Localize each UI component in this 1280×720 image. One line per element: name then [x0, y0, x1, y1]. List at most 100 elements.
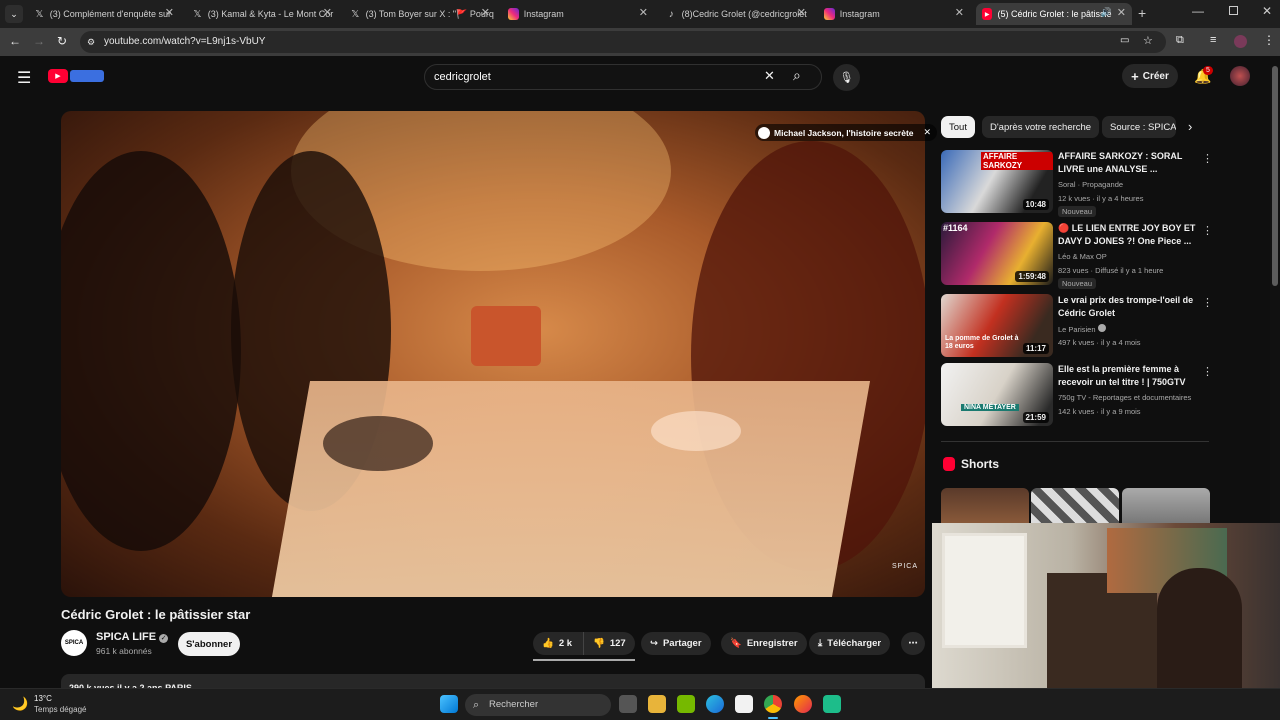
rec-more-icon[interactable]: ⋮	[1202, 152, 1213, 165]
reading-list-icon[interactable]: ≡	[1210, 34, 1216, 46]
close-card-icon[interactable]: ✕	[924, 127, 932, 138]
chip-source[interactable]: Source : SPICA	[1102, 116, 1176, 138]
new-tab-button[interactable]: +	[1138, 5, 1146, 21]
share-arrow-icon: ↪	[650, 638, 658, 649]
cast-icon[interactable]: ▭	[1120, 35, 1129, 46]
windows-start-icon[interactable]	[440, 695, 458, 713]
share-button[interactable]: ↪ Partager	[641, 632, 711, 655]
dislike-button[interactable]: 👎 127	[583, 632, 635, 655]
close-tab-icon[interactable]: ✕	[1117, 6, 1126, 19]
close-tab-icon[interactable]: ✕	[639, 6, 648, 19]
recommendation-item[interactable]: #1164 1:59:48 🔴 LE LIEN ENTRE JOY BOY ET…	[941, 222, 1213, 289]
tab-list-button[interactable]: ⌄	[5, 5, 23, 23]
firefox-icon[interactable]	[794, 695, 812, 713]
store-icon[interactable]	[735, 695, 753, 713]
video-thumbnail[interactable]: La pomme de Grolet à 18 euros 11:17	[941, 294, 1053, 357]
chevron-right-icon[interactable]: ›	[1188, 119, 1192, 134]
voice-search-button[interactable]: 🎙	[833, 64, 860, 91]
site-info-icon[interactable]: ⚙	[87, 31, 95, 53]
save-button[interactable]: 🔖 Enregistrer	[721, 632, 807, 655]
rec-more-icon[interactable]: ⋮	[1202, 224, 1213, 237]
more-actions-button[interactable]: ⋯	[901, 632, 925, 655]
new-badge: Nouveau	[1058, 278, 1097, 289]
video-frame-table	[271, 381, 871, 597]
chip-from-search[interactable]: D'après votre recherche	[982, 116, 1100, 138]
close-tab-icon[interactable]: ✕	[165, 6, 174, 19]
chip-all[interactable]: Tout	[941, 116, 975, 138]
youtube-logo[interactable]: ▶	[48, 69, 106, 83]
like-button[interactable]: 👍 2 k	[533, 632, 583, 655]
browser-tab[interactable]: 𝕏 (3) Kamal & Kyta - Le Mont Cor ✕	[186, 3, 338, 25]
clear-search-icon[interactable]: ✕	[764, 68, 775, 84]
youtube-header: ☰ ▶ cedricgrolet ✕ ⌕ 🎙 + Créer 🔔 5	[0, 56, 1270, 100]
weather-moon-icon: 🌙	[12, 696, 29, 711]
edge-icon[interactable]	[706, 695, 724, 713]
search-icon[interactable]: ⌕	[793, 67, 801, 84]
short-thumbnail[interactable]	[1122, 488, 1210, 524]
extensions-icon[interactable]: ⧉	[1176, 34, 1184, 47]
rec-title: Elle est la première femme à recevoir un…	[1058, 364, 1186, 387]
reload-icon[interactable]: ↻	[57, 34, 67, 48]
rec-more-icon[interactable]: ⋮	[1202, 365, 1213, 378]
like-ratio-bar	[533, 659, 635, 661]
close-tab-icon[interactable]: ✕	[797, 6, 806, 19]
browser-tab[interactable]: ♪ (8)Cedric Grolet (@cedricgrolet ✕	[660, 3, 812, 25]
video-frame-figure	[61, 151, 241, 551]
browser-tab[interactable]: Instagram ✕	[818, 3, 970, 25]
new-badge: Nouveau	[1058, 206, 1097, 217]
x-icon: 𝕏	[351, 8, 360, 20]
back-icon[interactable]: ←	[9, 34, 21, 48]
plus-icon: +	[1131, 68, 1139, 84]
file-explorer-icon[interactable]	[648, 695, 666, 713]
nvidia-icon[interactable]	[677, 695, 695, 713]
close-tab-icon[interactable]: ✕	[481, 6, 490, 19]
video-thumbnail[interactable]: AFFAIRE SARKOZY 10:48	[941, 150, 1053, 213]
speaker-icon[interactable]: 🔊	[1101, 7, 1112, 18]
forward-icon[interactable]: →	[33, 34, 45, 48]
browser-tab-bar: ⌄ 𝕏 (3) Complément d'enquête sur ✕ 𝕏 (3)…	[0, 0, 1280, 28]
bookmark-star-icon[interactable]: ☆	[1143, 34, 1153, 47]
recommendation-item[interactable]: AFFAIRE SARKOZY 10:48 AFFAIRE SARKOZY : …	[941, 150, 1213, 217]
browser-tab[interactable]: 𝕏 (3) Tom Boyer sur X : "🚩 Pourq ✕	[344, 3, 496, 25]
menu-kebab-icon[interactable]: ⋮	[1263, 33, 1275, 47]
weather-desc[interactable]: Temps dégagé	[34, 705, 86, 714]
browser-tab-active[interactable]: ▶ (5) Cédric Grolet : le pâtissie 🔊 ✕	[976, 3, 1132, 25]
profile-icon[interactable]	[1234, 35, 1247, 48]
download-icon: ⤓	[818, 638, 823, 649]
short-thumbnail[interactable]	[941, 488, 1029, 524]
video-player[interactable]	[61, 111, 925, 597]
subscribe-button[interactable]: S'abonner	[178, 632, 240, 656]
video-watermark: SPICA	[892, 563, 919, 570]
android-app-icon[interactable]	[823, 695, 841, 713]
browser-tab[interactable]: Instagram ✕	[502, 3, 654, 25]
restore-button[interactable]	[1229, 6, 1238, 15]
taskbar-search[interactable]: ⌕ Rechercher	[465, 694, 611, 716]
address-bar[interactable]: ⚙ youtube.com/watch?v=L9nj1s-VbUY	[80, 31, 1166, 53]
short-thumbnail[interactable]	[1031, 488, 1119, 524]
create-button[interactable]: + Créer	[1122, 64, 1178, 88]
close-window-button[interactable]: ✕	[1262, 4, 1272, 18]
minimize-button[interactable]: —	[1192, 4, 1204, 18]
video-info-card[interactable]: Michael Jackson, l'histoire secrète ✕	[755, 124, 938, 141]
video-thumbnail[interactable]: NINA MÉTAYER 21:59	[941, 363, 1053, 426]
recommendation-item[interactable]: La pomme de Grolet à 18 euros 11:17 Le v…	[941, 294, 1213, 360]
close-tab-icon[interactable]: ✕	[323, 6, 332, 19]
rec-more-icon[interactable]: ⋮	[1202, 296, 1213, 309]
chrome-icon[interactable]	[764, 695, 782, 713]
close-tab-icon[interactable]: ✕	[955, 6, 964, 19]
browser-tab[interactable]: 𝕏 (3) Complément d'enquête sur ✕	[28, 3, 180, 25]
video-thumbnail[interactable]: #1164 1:59:48	[941, 222, 1053, 285]
sidebar-divider	[941, 441, 1209, 442]
search-input[interactable]: cedricgrolet	[424, 64, 822, 90]
instagram-icon	[508, 8, 519, 20]
recommendation-item[interactable]: NINA MÉTAYER 21:59 Elle est la première …	[941, 363, 1213, 429]
channel-avatar[interactable]: SPICA	[61, 630, 87, 656]
avatar[interactable]	[1230, 66, 1250, 86]
hamburger-menu-icon[interactable]: ☰	[17, 68, 31, 88]
channel-name[interactable]: SPICA LIFE ✓	[96, 631, 169, 643]
video-frame-plate	[323, 416, 433, 471]
task-view-icon[interactable]	[619, 695, 637, 713]
download-button[interactable]: ⤓ Télécharger	[809, 632, 891, 655]
weather-temp[interactable]: 13°C	[34, 694, 52, 703]
tiktok-icon: ♪	[668, 8, 674, 20]
